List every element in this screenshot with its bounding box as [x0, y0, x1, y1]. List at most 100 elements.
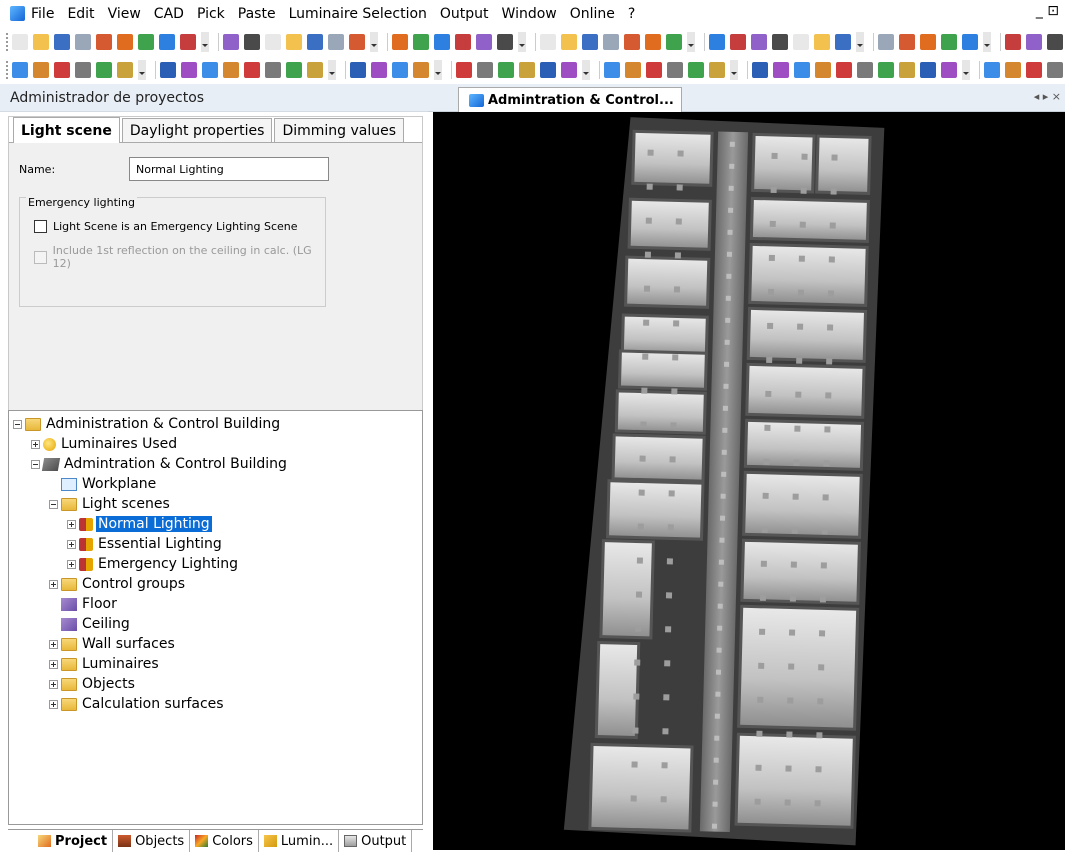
- toolbar-button-icon[interactable]: [857, 62, 873, 78]
- expand-icon[interactable]: [67, 519, 76, 529]
- tree-node-light-scenes[interactable]: Light scenes: [49, 494, 172, 514]
- tree-node-building[interactable]: Admintration & Control Building: [31, 454, 289, 474]
- toolbar-button-icon[interactable]: [941, 62, 957, 78]
- tab-luminaires[interactable]: Lumin...: [259, 830, 340, 852]
- toolbar-button-icon[interactable]: [646, 62, 662, 78]
- toolbar-dropdown[interactable]: [856, 32, 864, 52]
- toolbar-button-icon[interactable]: [1026, 62, 1042, 78]
- tab-nav-arrows[interactable]: ◂ ▸ ×: [1034, 90, 1061, 103]
- toolbar-button-icon[interactable]: [624, 34, 640, 50]
- toolbar-button-icon[interactable]: [878, 62, 894, 78]
- building-render[interactable]: [433, 112, 1065, 850]
- toolbar-button-icon[interactable]: [328, 34, 344, 50]
- menu-output[interactable]: Output: [440, 6, 489, 22]
- toolbar-button-icon[interactable]: [12, 34, 28, 50]
- toolbar-button-icon[interactable]: [540, 34, 556, 50]
- toolbar-button-icon[interactable]: [498, 62, 514, 78]
- tree-node-floor[interactable]: Floor: [49, 594, 119, 614]
- toolbar-button-icon[interactable]: [1047, 62, 1063, 78]
- toolbar-button-icon[interactable]: [1005, 62, 1021, 78]
- expand-icon[interactable]: [31, 439, 40, 449]
- tree-node-wall-surfaces[interactable]: Wall surfaces: [49, 634, 177, 654]
- toolbar-button-icon[interactable]: [265, 62, 281, 78]
- menu-file[interactable]: File: [31, 6, 54, 22]
- toolbar-button-icon[interactable]: [561, 34, 577, 50]
- toolbar-button-icon[interactable]: [96, 62, 112, 78]
- expand-icon[interactable]: [49, 679, 58, 689]
- toolbar-button-icon[interactable]: [814, 34, 830, 50]
- toolbar-button-icon[interactable]: [962, 34, 978, 50]
- document-tab[interactable]: Admintration & Control...: [458, 87, 682, 112]
- tree-node-calculation-surfaces[interactable]: Calculation surfaces: [49, 694, 226, 714]
- toolbar-button-icon[interactable]: [75, 34, 91, 50]
- toolbar-button-icon[interactable]: [138, 34, 154, 50]
- toolbar-button-icon[interactable]: [180, 34, 196, 50]
- toolbar-button-icon[interactable]: [1005, 34, 1021, 50]
- toolbar-button-icon[interactable]: [160, 62, 176, 78]
- toolbar-dropdown[interactable]: [687, 32, 695, 52]
- toolbar-grip[interactable]: [6, 61, 8, 79]
- toolbar-button-icon[interactable]: [793, 34, 809, 50]
- toolbar-button-icon[interactable]: [159, 34, 175, 50]
- toolbar-button-icon[interactable]: [33, 34, 49, 50]
- expand-icon[interactable]: [49, 659, 58, 669]
- toolbar-button-icon[interactable]: [244, 62, 260, 78]
- toolbar-button-icon[interactable]: [773, 62, 789, 78]
- toolbar-button-icon[interactable]: [752, 62, 768, 78]
- expand-icon[interactable]: [49, 639, 58, 649]
- toolbar-button-icon[interactable]: [941, 34, 957, 50]
- menu-luminaire-selection[interactable]: Luminaire Selection: [289, 6, 427, 22]
- toolbar-dropdown[interactable]: [962, 60, 970, 80]
- toolbar-button-icon[interactable]: [794, 62, 810, 78]
- tab-daylight-properties[interactable]: Daylight properties: [121, 118, 273, 142]
- toolbar-dropdown[interactable]: [518, 32, 526, 52]
- toolbar-button-icon[interactable]: [984, 62, 1000, 78]
- toolbar-button-icon[interactable]: [350, 62, 366, 78]
- toolbar-button-icon[interactable]: [33, 62, 49, 78]
- toolbar-button-icon[interactable]: [392, 62, 408, 78]
- toolbar-button-icon[interactable]: [709, 62, 725, 78]
- menu-edit[interactable]: Edit: [67, 6, 94, 22]
- toolbar-button-icon[interactable]: [604, 62, 620, 78]
- toolbar-button-icon[interactable]: [265, 34, 281, 50]
- toolbar-button-icon[interactable]: [413, 62, 429, 78]
- toolbar-button-icon[interactable]: [392, 34, 408, 50]
- toolbar-button-icon[interactable]: [920, 62, 936, 78]
- toolbar-button-icon[interactable]: [117, 34, 133, 50]
- toolbar-button-icon[interactable]: [878, 34, 894, 50]
- toolbar-button-icon[interactable]: [117, 62, 133, 78]
- toolbar-button-icon[interactable]: [476, 34, 492, 50]
- tree-node-control-groups[interactable]: Control groups: [49, 574, 187, 594]
- expand-icon[interactable]: [49, 699, 58, 709]
- tree-node-emergency-lighting[interactable]: Emergency Lighting: [67, 554, 240, 574]
- toolbar-button-icon[interactable]: [666, 34, 682, 50]
- toolbar-button-icon[interactable]: [835, 34, 851, 50]
- menu-window[interactable]: Window: [502, 6, 557, 22]
- toolbar-button-icon[interactable]: [920, 34, 936, 50]
- toolbar-button-icon[interactable]: [371, 62, 387, 78]
- toolbar-button-icon[interactable]: [54, 62, 70, 78]
- toolbar-button-icon[interactable]: [181, 62, 197, 78]
- tree-node-objects[interactable]: Objects: [49, 674, 137, 694]
- toolbar-button-icon[interactable]: [899, 62, 915, 78]
- tree-node-essential-lighting[interactable]: Essential Lighting: [67, 534, 224, 554]
- app-icon[interactable]: [10, 6, 25, 21]
- toolbar-grip[interactable]: [6, 33, 8, 51]
- toolbar-button-icon[interactable]: [603, 34, 619, 50]
- toolbar-button-icon[interactable]: [497, 34, 513, 50]
- tree-node-luminaires[interactable]: Luminaires: [49, 654, 161, 674]
- tree-node-ceiling[interactable]: Ceiling: [49, 614, 132, 634]
- collapse-icon[interactable]: [13, 419, 22, 429]
- tab-objects[interactable]: Objects: [113, 830, 191, 852]
- toolbar-dropdown[interactable]: [328, 60, 336, 80]
- toolbar-button-icon[interactable]: [434, 34, 450, 50]
- toolbar-button-icon[interactable]: [751, 34, 767, 50]
- toolbar-button-icon[interactable]: [1026, 34, 1042, 50]
- tree-node-luminaires-used[interactable]: Luminaires Used: [31, 434, 179, 454]
- toolbar-button-icon[interactable]: [625, 62, 641, 78]
- toolbar-button-icon[interactable]: [709, 34, 725, 50]
- toolbar-button-icon[interactable]: [413, 34, 429, 50]
- toolbar-button-icon[interactable]: [561, 62, 577, 78]
- toolbar-button-icon[interactable]: [54, 34, 70, 50]
- toolbar-dropdown[interactable]: [582, 60, 590, 80]
